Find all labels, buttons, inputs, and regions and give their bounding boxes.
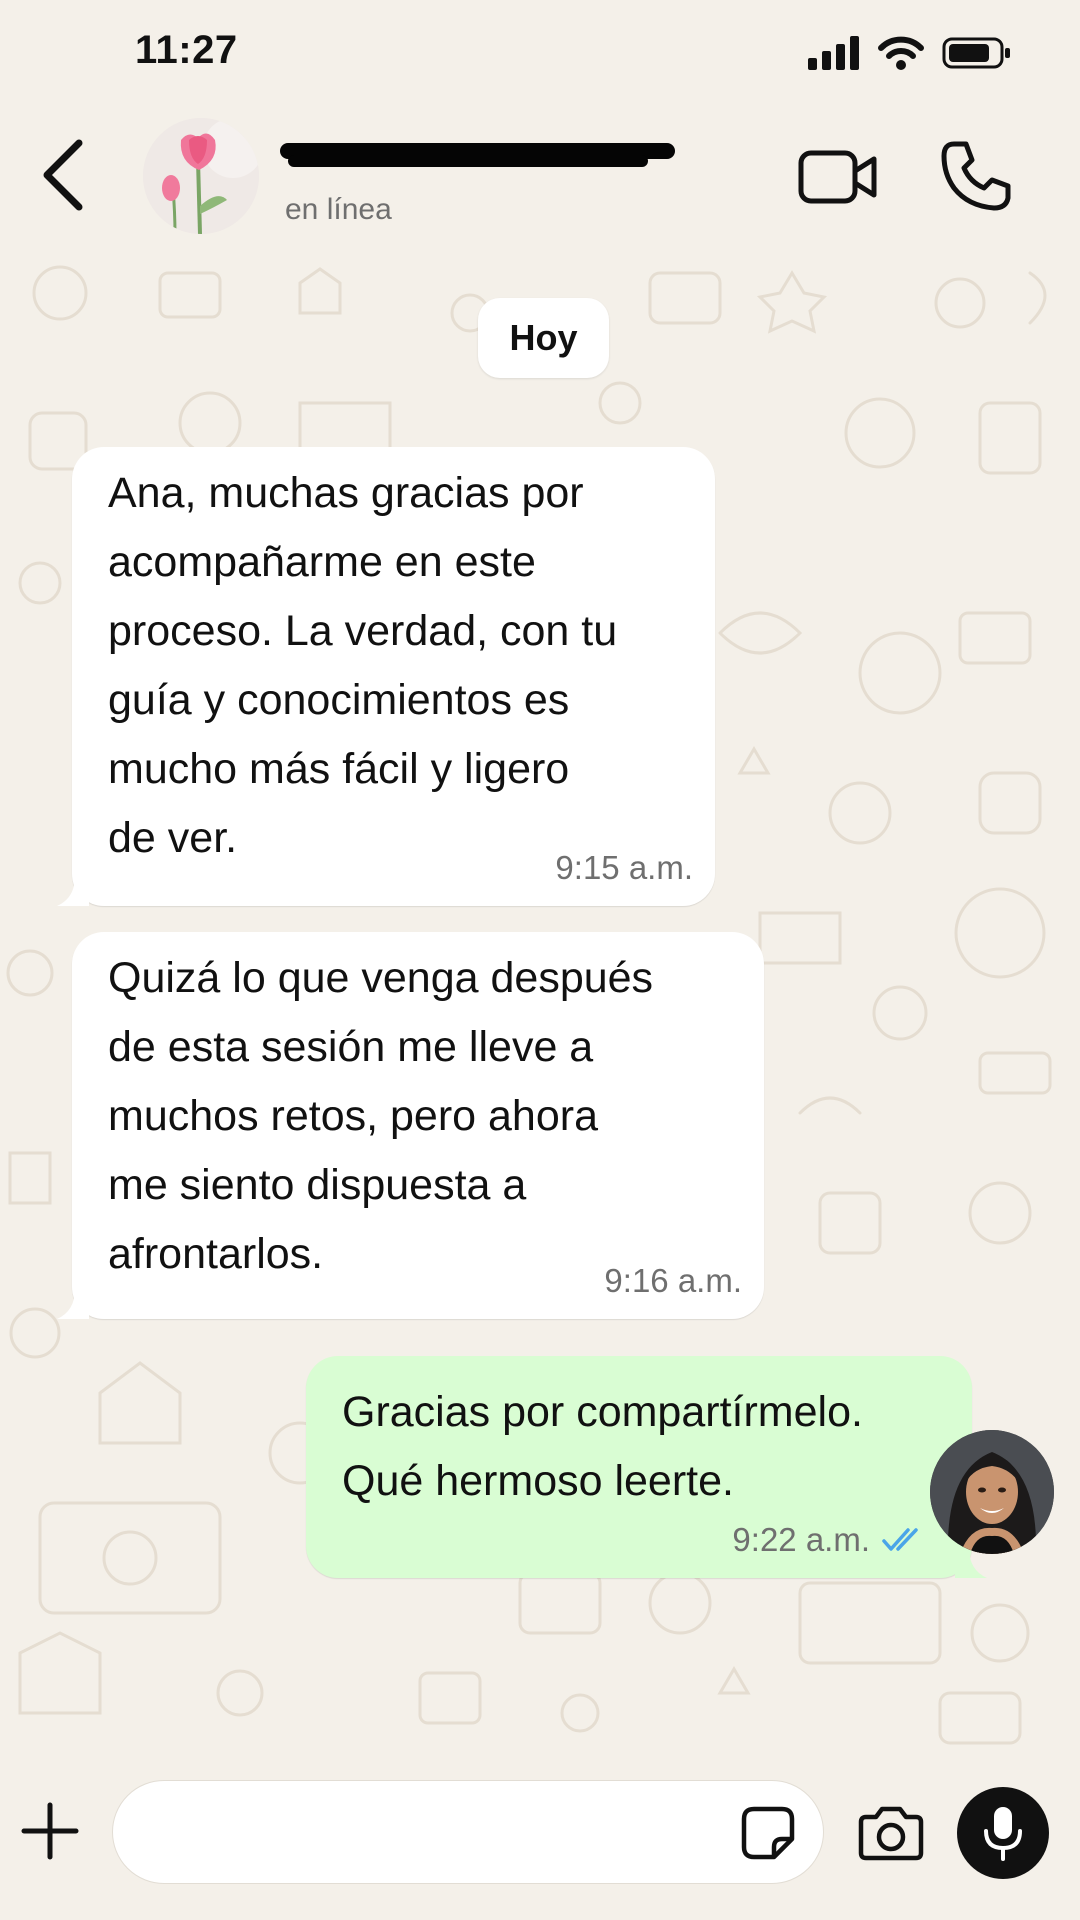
back-chevron-icon [43, 139, 83, 211]
video-call-button[interactable] [798, 145, 878, 209]
battery-icon [942, 37, 1010, 69]
contact-name[interactable] [280, 143, 675, 167]
voice-call-button[interactable] [940, 140, 1012, 212]
tulip-avatar [143, 118, 259, 234]
message-time: 9:16 a.m. [604, 1262, 742, 1299]
message-time: 9:22 a.m. [732, 1521, 870, 1558]
message-line: Gracias por compartírmelo. [342, 1388, 863, 1436]
bubble-tail [57, 876, 89, 906]
signal-icon [808, 36, 859, 70]
message-line: de esta sesión me lleve a [108, 1023, 594, 1071]
status-bar: 11:27 [0, 0, 1080, 105]
sticker-icon [741, 1806, 795, 1860]
back-button[interactable] [28, 130, 98, 220]
message-line: Qué hermoso leerte. [342, 1457, 734, 1505]
message-line: Ana, muchas gracias por [108, 469, 584, 517]
video-camera-icon [798, 150, 877, 204]
message-meta: 9:15 a.m. [555, 848, 693, 888]
phone-icon [941, 141, 1011, 211]
outgoing-message-bubble[interactable]: Gracias por compartírmelo. Qué hermoso l… [306, 1356, 987, 1578]
user-photo [930, 1430, 1054, 1554]
date-separator: Hoy [478, 298, 609, 378]
double-check-icon [882, 1528, 918, 1551]
status-icons [808, 36, 1012, 70]
plus-icon [21, 1802, 79, 1860]
message-line: me siento dispuesta a [108, 1161, 527, 1209]
status-time: 11:27 [135, 28, 238, 72]
message-meta: 9:16 a.m. [604, 1261, 742, 1301]
microphone-icon [984, 1807, 1022, 1861]
camera-button[interactable] [858, 1803, 924, 1863]
message-time: 9:15 a.m. [555, 849, 693, 886]
sender-avatar[interactable] [930, 1430, 1054, 1554]
voice-message-button[interactable] [957, 1787, 1049, 1879]
chat-area[interactable]: Hoy Ana, muchas gracias por acompañarme … [0, 253, 1080, 1765]
incoming-message-bubble[interactable]: Quizá lo que venga después de esta sesió… [57, 932, 764, 1319]
message-line: proceso. La verdad, con tu [108, 607, 618, 655]
redaction-bar [288, 155, 648, 167]
message-meta: 9:22 a.m. [732, 1520, 926, 1560]
message-line: muchos retos, pero ahora [108, 1092, 598, 1140]
camera-icon [858, 1806, 924, 1861]
sticker-button[interactable] [740, 1805, 796, 1861]
incoming-message-bubble[interactable]: Ana, muchas gracias por acompañarme en e… [57, 447, 715, 906]
contact-avatar[interactable] [143, 118, 259, 234]
message-line: mucho más fácil y ligero [108, 745, 570, 793]
bubble-tail [57, 1289, 89, 1319]
attach-button[interactable] [18, 1799, 82, 1863]
contact-status: en línea [285, 193, 392, 226]
wifi-icon [878, 36, 924, 70]
message-line: guía y conocimientos es [108, 676, 570, 724]
message-line: Quizá lo que venga después [108, 954, 654, 1002]
chat-header: en línea [0, 105, 1080, 253]
input-bar [0, 1765, 1080, 1920]
message-line: acompañarme en este [108, 538, 536, 586]
message-input[interactable] [112, 1780, 824, 1884]
